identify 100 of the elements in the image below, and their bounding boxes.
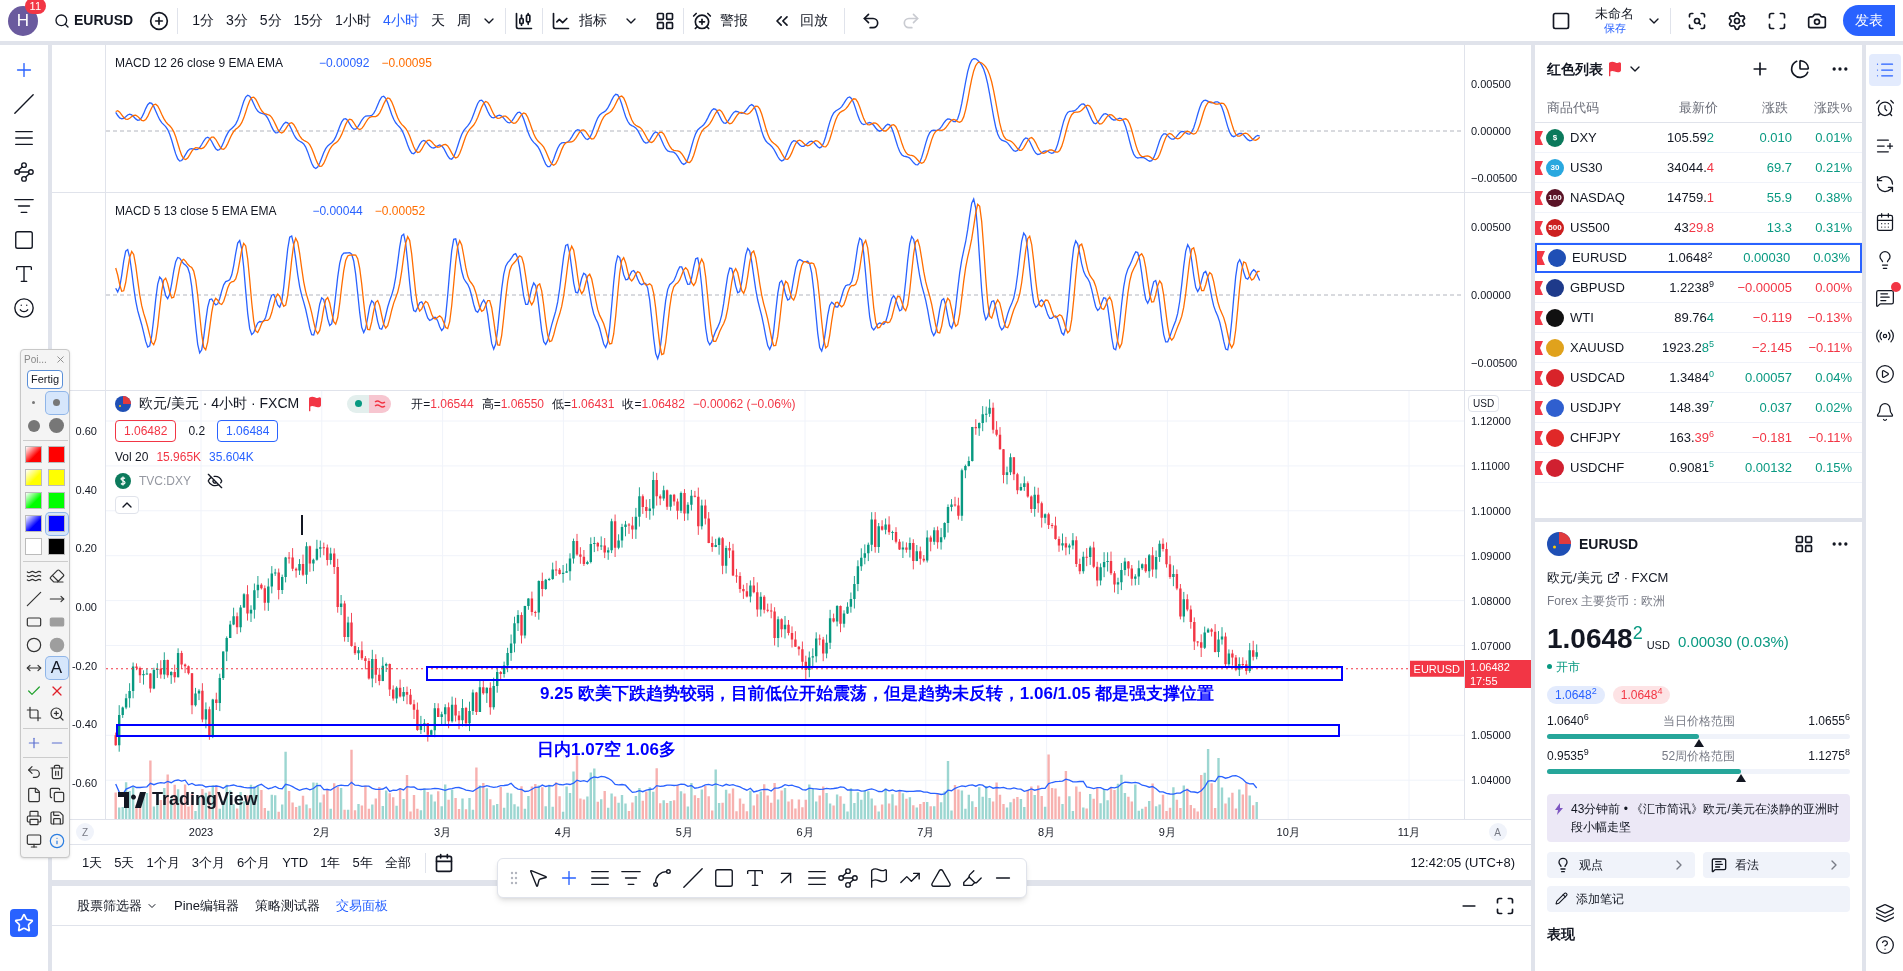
interval-tab[interactable]: 1小时: [329, 10, 377, 31]
alarm-clock-icon[interactable]: [691, 10, 712, 31]
visibility-toggle[interactable]: [347, 394, 392, 413]
add-note-button[interactable]: 添加笔记: [1547, 885, 1850, 912]
scale-button[interactable]: Z: [76, 823, 94, 841]
date-range-button[interactable]: 全部: [378, 852, 417, 873]
done-button[interactable]: Fertig: [26, 370, 64, 389]
undo-icon[interactable]: [860, 10, 881, 31]
sell-price-button[interactable]: 1.06482: [115, 420, 177, 442]
trash-icon[interactable]: [48, 763, 65, 780]
pie-chart-icon[interactable]: [1790, 59, 1810, 79]
news-card[interactable]: 43分钟前 • 《汇市简讯》欧元/美元在淡静的亚洲时段小幅走坚: [1547, 793, 1850, 842]
hidden-eye-icon[interactable]: [207, 473, 223, 489]
drag-handle-icon[interactable]: [510, 871, 518, 885]
calendar-icon[interactable]: [433, 852, 454, 873]
line-chart-icon[interactable]: [550, 10, 571, 31]
color-swatch[interactable]: [25, 469, 42, 486]
watchlist-row[interactable]: USDCHF 0.9081$^{5}$ 0.00132 0.15%: [1535, 453, 1862, 483]
capture-icon[interactable]: [25, 832, 42, 849]
color-swatch[interactable]: [48, 446, 65, 463]
search-icon[interactable]: [54, 12, 70, 29]
interval-tab[interactable]: 4小时: [376, 10, 425, 31]
watchlist-row[interactable]: USDJPY 148.39$^{7}$ 0.037 0.02%: [1535, 393, 1862, 423]
date-range-button[interactable]: 1天: [76, 852, 109, 873]
watchlist-row[interactable]: CHFJPY 163.39$^{6}$ −0.181 −0.11%: [1535, 423, 1862, 453]
undo-icon[interactable]: [25, 763, 42, 780]
fullscreen-icon[interactable]: [1767, 10, 1787, 31]
watchlist-row[interactable]: USDCAD 1.3484$^{0}$ 0.00057 0.04%: [1535, 363, 1862, 393]
color-swatch[interactable]: [25, 492, 42, 509]
alert-button[interactable]: 警报: [711, 10, 756, 31]
zoom-icon[interactable]: [48, 705, 65, 722]
date-range-button[interactable]: 1个月: [140, 852, 186, 873]
interval-tab[interactable]: 1分: [186, 10, 220, 31]
candles-icon[interactable]: [513, 10, 534, 31]
print-icon[interactable]: [25, 809, 42, 826]
panel-tab[interactable]: Pine编辑器: [166, 895, 248, 916]
flag-tool-icon[interactable]: [868, 867, 890, 889]
publish-button[interactable]: 发表: [1843, 5, 1895, 36]
line-tool-icon[interactable]: [13, 93, 35, 115]
panel-tab[interactable]: 策略测试器: [247, 895, 329, 916]
copy-icon[interactable]: [48, 786, 65, 803]
text-tool-icon[interactable]: [13, 263, 35, 285]
date-range-button[interactable]: 5天: [108, 852, 141, 873]
pattern-tool-icon[interactable]: [837, 867, 859, 889]
currency-dropdown[interactable]: USD: [1468, 395, 1500, 412]
brush-tool-icon[interactable]: [961, 867, 983, 889]
triangle-tool-icon[interactable]: [930, 867, 952, 889]
date-range-button[interactable]: 6个月: [230, 852, 277, 873]
interval-tab[interactable]: 3分: [219, 10, 254, 31]
ideas-button[interactable]: 看法: [1702, 851, 1850, 878]
settings-icon[interactable]: [1727, 10, 1747, 31]
layout-grid-icon[interactable]: [654, 10, 675, 31]
date-range-button[interactable]: 5年: [346, 852, 379, 873]
brush-size-option[interactable]: [45, 391, 68, 414]
maximize-icon[interactable]: [1495, 895, 1515, 916]
watchlist-row[interactable]: $ DXY 105.592 0.010 0.01%: [1535, 123, 1862, 153]
emoji-tool-icon[interactable]: [13, 297, 35, 319]
indicators-button[interactable]: 指标: [570, 10, 615, 31]
info-icon[interactable]: [48, 832, 65, 849]
external-link-icon[interactable]: [1606, 571, 1620, 585]
watchlist-row[interactable]: 30 US30 34044.4 69.7 0.21%: [1535, 153, 1862, 183]
text-tool-icon[interactable]: [744, 867, 766, 889]
replay-button[interactable]: 回放: [791, 10, 836, 31]
interval-tab[interactable]: 周: [450, 10, 477, 31]
watchlist-row[interactable]: XAUUSD 1923.28$^{5}$ −2.145 −0.11%: [1535, 333, 1862, 363]
curve-tool-icon[interactable]: [651, 867, 673, 889]
date-range-button[interactable]: 1年: [314, 852, 347, 873]
color-swatch[interactable]: [25, 446, 42, 463]
text-tool[interactable]: A: [45, 656, 68, 679]
close-icon[interactable]: [55, 354, 66, 365]
watchlist-row[interactable]: 100 NASDAQ 14759.1 55.9 0.38%: [1535, 183, 1862, 213]
layout-grid-icon[interactable]: [1794, 534, 1814, 554]
buy-price-button[interactable]: 1.06484: [217, 420, 279, 442]
save-icon[interactable]: [48, 809, 65, 826]
color-swatch[interactable]: [25, 538, 42, 555]
color-swatch[interactable]: [25, 515, 42, 532]
new-icon[interactable]: [25, 786, 42, 803]
watchlist-row[interactable]: EURUSD 1.0648$^{2}$ 0.00030 0.03%: [1535, 243, 1862, 273]
favorites-button[interactable]: [10, 909, 38, 937]
date-range-button[interactable]: YTD: [276, 852, 315, 873]
interval-tab[interactable]: 15分: [287, 10, 330, 31]
ideas-button[interactable]: 观点: [1547, 851, 1695, 878]
date-range-button[interactable]: 3个月: [185, 852, 231, 873]
panel-tab[interactable]: 股票筛选器: [69, 895, 166, 916]
instrument-name[interactable]: 欧元/美元: [1547, 568, 1603, 588]
crop-icon[interactable]: [25, 705, 42, 722]
watchlist-row[interactable]: WTI 89.764 −0.119 −0.13%: [1535, 303, 1862, 333]
line-tool-icon[interactable]: [682, 867, 704, 889]
watchlist-row[interactable]: 500 US500 4329.8 13.3 0.31%: [1535, 213, 1862, 243]
add-symbol-icon[interactable]: [149, 10, 170, 31]
interval-tab[interactable]: 5分: [253, 10, 288, 31]
cursor-tool-icon[interactable]: [527, 867, 549, 889]
watchlist-sidebar-icon[interactable]: [1868, 54, 1901, 86]
watchlist-row[interactable]: GBPUSD 1.2238$^{9}$ −0.00005 0.00%: [1535, 273, 1862, 303]
eraser-icon[interactable]: [48, 567, 65, 584]
layers-icon[interactable]: [1874, 903, 1895, 923]
auto-scale-button[interactable]: A: [1488, 823, 1507, 841]
rect-tool-icon[interactable]: [13, 229, 35, 251]
watchlist-title[interactable]: 红色列表: [1547, 58, 1603, 80]
help-icon[interactable]: [1874, 935, 1895, 955]
